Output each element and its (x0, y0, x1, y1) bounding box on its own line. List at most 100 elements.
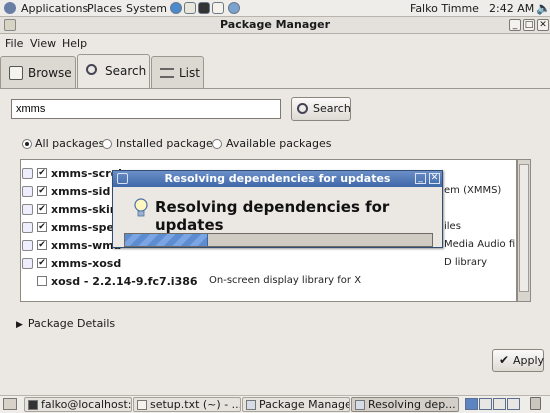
tab-search-label: Search (105, 64, 147, 78)
progress-dialog: Resolving dependencies for updates _ ✕ R… (112, 170, 443, 248)
package-name: xmms-xosd (51, 257, 122, 270)
search-input[interactable] (11, 99, 281, 119)
package-icon (246, 400, 256, 410)
tab-list[interactable]: List (151, 56, 204, 88)
radio-available-packages[interactable] (212, 139, 222, 149)
radio-all-label[interactable]: All packages (35, 137, 104, 150)
dialog-titlebar[interactable]: Resolving dependencies for updates _ ✕ (113, 171, 442, 187)
task-resolving[interactable]: Resolving dep... (351, 397, 459, 412)
package-checkbox[interactable]: ✔ (37, 204, 47, 214)
menu-file[interactable]: File (5, 37, 23, 50)
menu-help[interactable]: Help (62, 37, 87, 50)
package-checkbox[interactable]: ✔ (37, 240, 47, 250)
top-panel: Applications Places System Falko Timme 2… (0, 0, 550, 17)
package-description: On-screen display library for X (209, 275, 362, 286)
terminal-icon[interactable] (198, 2, 210, 14)
maximize-button[interactable]: □ (523, 19, 535, 31)
terminal-icon (28, 400, 38, 410)
task-setup-txt[interactable]: setup.txt (~) - ... (133, 397, 241, 412)
radio-installed-packages[interactable] (102, 139, 112, 149)
globe-icon[interactable] (170, 2, 182, 14)
scrollbar-thumb[interactable] (519, 164, 529, 292)
tab-list-label: List (179, 66, 200, 80)
radio-all-packages[interactable] (22, 139, 32, 149)
workspace-4[interactable] (507, 398, 520, 410)
magnifier-icon (86, 64, 97, 75)
task-terminal[interactable]: falko@localhost:... (24, 397, 132, 412)
package-name: xosd - 2.2.14-9.fc7.i386 (51, 275, 198, 288)
task-label: setup.txt (~) - ... (150, 398, 241, 411)
window-title: Package Manager (220, 18, 330, 31)
package-description: Media Audio files (444, 239, 516, 250)
dialog-close-button[interactable]: ✕ (429, 173, 440, 184)
foot-icon[interactable] (4, 2, 16, 14)
package-icon (22, 258, 33, 269)
workspace-3[interactable] (493, 398, 506, 410)
tab-page-border (0, 88, 550, 89)
list-item[interactable]: ✔ xmms-xosd D library (21, 255, 516, 273)
package-icon (22, 222, 33, 233)
list-icon (160, 68, 174, 78)
package-details-label: Package Details (27, 317, 116, 330)
tab-browse-label: Browse (28, 66, 72, 80)
magnifier-icon (297, 103, 308, 114)
search-button[interactable]: Search (291, 97, 351, 121)
package-description: iles (444, 221, 461, 232)
system-menu[interactable]: System (126, 1, 167, 16)
text-file-icon (137, 400, 147, 410)
clock[interactable]: 2:42 AM (489, 1, 534, 16)
sound-icon[interactable]: 🔈 (536, 1, 550, 15)
menu-view[interactable]: View (30, 37, 56, 50)
package-checkbox[interactable]: ✔ (37, 186, 47, 196)
task-label: Package Manager (259, 398, 350, 411)
tab-search[interactable]: Search (77, 54, 150, 89)
expander-arrow-icon: ▶ (16, 320, 23, 330)
workspace-1[interactable] (465, 398, 478, 410)
package-name: xmms-sid - (51, 185, 119, 198)
package-description: em (XMMS) (444, 185, 502, 196)
list-scrollbar[interactable] (517, 159, 531, 302)
package-icon (355, 400, 365, 410)
package-icon (22, 240, 33, 251)
mail-icon[interactable] (184, 2, 196, 14)
show-desktop-icon[interactable] (3, 398, 17, 410)
window-titlebar[interactable]: Package Manager _ □ ✕ (0, 17, 550, 34)
task-label: Resolving dep... (368, 398, 456, 411)
tab-browse[interactable]: Browse (0, 56, 76, 88)
package-details-expander[interactable]: ▶ Package Details (16, 317, 115, 330)
package-checkbox[interactable]: ✔ (37, 168, 47, 178)
package-icon (22, 186, 33, 197)
editor-icon[interactable] (212, 2, 224, 14)
package-checkbox[interactable]: ✔ (37, 258, 47, 268)
dialog-minimize-button[interactable]: _ (415, 173, 426, 184)
browse-icon (9, 66, 23, 80)
trash-icon[interactable] (530, 397, 541, 410)
lightbulb-icon (133, 198, 149, 218)
dialog-title: Resolving dependencies for updates (164, 172, 391, 185)
task-label: falko@localhost:... (41, 398, 132, 411)
apply-button[interactable]: ✔ Apply (492, 349, 544, 372)
search-button-label: Search (313, 102, 351, 115)
apply-button-label: Apply (513, 354, 545, 367)
progress-bar (124, 233, 433, 247)
close-button[interactable]: ✕ (537, 19, 549, 31)
package-icon (22, 168, 33, 179)
radio-available-label[interactable]: Available packages (226, 137, 331, 150)
package-checkbox[interactable] (37, 276, 47, 286)
minimize-button[interactable]: _ (509, 19, 521, 31)
network-icon[interactable] (228, 2, 240, 14)
radio-installed-label[interactable]: Installed packages (116, 137, 219, 150)
workspace-2[interactable] (479, 398, 492, 410)
places-menu[interactable]: Places (87, 1, 122, 16)
package-checkbox[interactable]: ✔ (37, 222, 47, 232)
progress-fill (125, 234, 208, 246)
applications-menu[interactable]: Applications (21, 1, 88, 16)
checkmark-icon: ✔ (499, 353, 510, 367)
package-description: D library (444, 257, 488, 268)
package-icon (22, 204, 33, 215)
user-name[interactable]: Falko Timme (410, 1, 479, 16)
list-item[interactable]: xosd - 2.2.14-9.fc7.i386 On-screen displ… (21, 273, 516, 291)
dialog-heading: Resolving dependencies for updates (155, 198, 390, 234)
task-package-manager[interactable]: Package Manager (242, 397, 350, 412)
package-name: xmms-wma (51, 239, 122, 252)
